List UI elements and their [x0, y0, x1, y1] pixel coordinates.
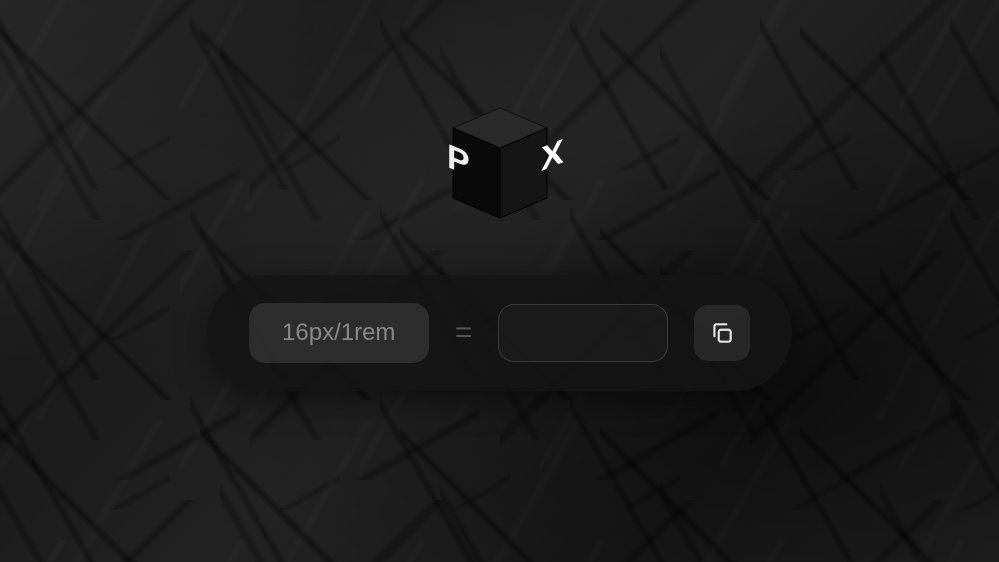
- equals-symbol: =: [455, 316, 473, 350]
- px-logo: P X: [435, 100, 565, 235]
- logo-letter-x: X: [541, 132, 564, 179]
- converter-bar: =: [207, 275, 793, 391]
- copy-button[interactable]: [694, 305, 750, 361]
- logo-letter-p: P: [447, 137, 470, 184]
- copy-icon: [709, 320, 735, 346]
- result-output[interactable]: [498, 304, 668, 362]
- value-input[interactable]: [249, 303, 429, 363]
- main-content: P X =: [0, 0, 999, 562]
